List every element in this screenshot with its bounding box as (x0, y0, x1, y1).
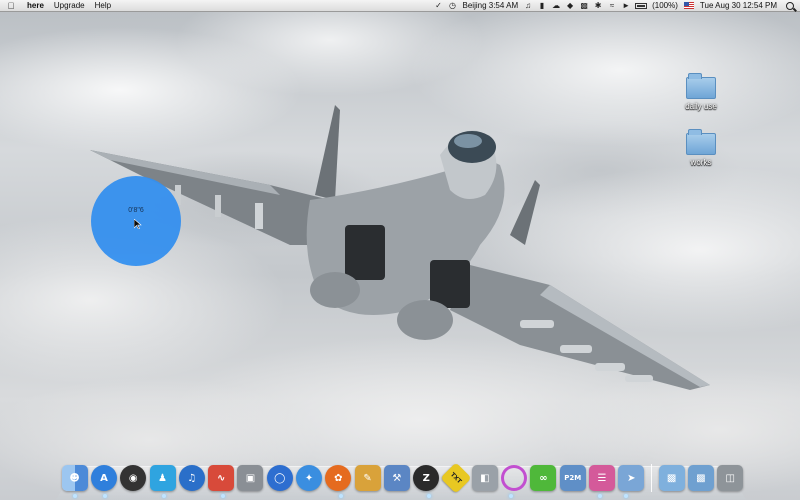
display-icon[interactable]: ▩ (579, 1, 589, 10)
firefox-icon[interactable]: ✿ (325, 465, 352, 491)
dashboard-icon[interactable]: ◉ (120, 465, 147, 491)
folder-icon (686, 73, 716, 99)
menu-bar:  here Upgrade Help ✓ ◷ Beijing 3:54 AM … (0, 0, 800, 12)
itunes-icon[interactable]: ♫ (178, 465, 205, 491)
folder-label: daily use (685, 102, 717, 111)
safari-icon[interactable]: ✦ (296, 465, 322, 491)
checkmark-shield-icon[interactable]: ✓ (434, 1, 444, 10)
us-flag-input-icon[interactable] (683, 2, 694, 9)
app-store-icon[interactable]: A (90, 465, 117, 491)
world-clock-icon[interactable]: ◷ (448, 1, 458, 10)
world-clock-text[interactable]: Beijing 3:54 AM (463, 0, 519, 12)
spotlight-search-icon[interactable] (786, 1, 794, 10)
menu-help[interactable]: Help (90, 0, 116, 12)
txt-icon[interactable]: TXT (439, 462, 472, 494)
applications-folder-icon[interactable]: ▩ (658, 465, 685, 491)
wifi-icon[interactable]: ≈ (607, 1, 617, 10)
folder-icon (686, 129, 716, 155)
activity-monitor-icon[interactable]: ∿ (208, 465, 235, 491)
mouse-cursor-icon (134, 219, 142, 229)
music-note-icon[interactable]: ♫ (523, 1, 533, 10)
dock-separator (650, 464, 652, 492)
jet-fighter-illustration (90, 105, 710, 390)
running-indicator (162, 494, 166, 498)
chain-icon[interactable]: ∞ (530, 465, 557, 491)
preview-icon[interactable]: ◧ (471, 465, 498, 491)
messenger-icon[interactable]: ♟ (149, 465, 176, 491)
here-icon[interactable]: ➤ (618, 465, 645, 491)
volume-icon[interactable]: ► (621, 1, 631, 10)
documents-folder-icon[interactable]: ▩ (687, 465, 714, 491)
bluetooth-icon[interactable]: ✱ (593, 1, 603, 10)
dock: ☻ A ◉ ♟ ♫ ∿ ▣ ◯ ✦ ✿ ✎ ⚒ Z TXT ◧ ∞ P2M ☰ … (60, 462, 745, 494)
trash-icon[interactable]: ◫ (717, 465, 744, 491)
globe-icon[interactable]: ◯ (266, 465, 293, 491)
blue-circle-widget[interactable]: 0'8"6 (91, 176, 181, 266)
folder-label: works (690, 158, 712, 167)
running-indicator (598, 494, 602, 498)
battery-icon[interactable] (635, 2, 648, 9)
zip-icon[interactable]: Z (413, 465, 440, 491)
screenshot-icon[interactable]: ▣ (237, 465, 264, 491)
running-indicator (73, 494, 77, 498)
paint-icon[interactable]: ✎ (354, 465, 381, 491)
apple-menu-icon[interactable]:  (0, 0, 22, 12)
desktop-folder-works[interactable]: works (671, 129, 731, 167)
finder-icon[interactable]: ☻ (61, 465, 88, 491)
widget-readout: 0'8"6 (128, 207, 144, 214)
menu-clock[interactable]: Tue Aug 30 12:54 PM (700, 0, 777, 12)
p2m-icon[interactable]: P2M (559, 465, 586, 491)
running-indicator (103, 494, 107, 498)
cloud-sync-icon[interactable]: ☁ (551, 1, 561, 10)
ring-icon[interactable] (501, 465, 528, 491)
books-icon[interactable]: ☰ (589, 465, 615, 491)
running-indicator (427, 494, 431, 498)
desktop-folder-daily-use[interactable]: daily use (671, 73, 731, 111)
xcode-icon[interactable]: ⚒ (383, 465, 410, 491)
running-indicator (509, 494, 513, 498)
airplay-icon[interactable]: ▮ (537, 1, 547, 10)
growl-icon[interactable]: ◆ (565, 1, 575, 10)
running-indicator (624, 494, 628, 498)
menu-app-name[interactable]: here (22, 0, 49, 12)
menu-extras: ✓ ◷ Beijing 3:54 AM ♫ ▮ ☁ ◆ ▩ ✱ ≈ ► (100… (432, 0, 800, 12)
running-indicator (339, 494, 343, 498)
running-indicator (221, 494, 225, 498)
menu-upgrade[interactable]: Upgrade (49, 0, 90, 12)
battery-percent[interactable]: (100%) (652, 0, 678, 12)
